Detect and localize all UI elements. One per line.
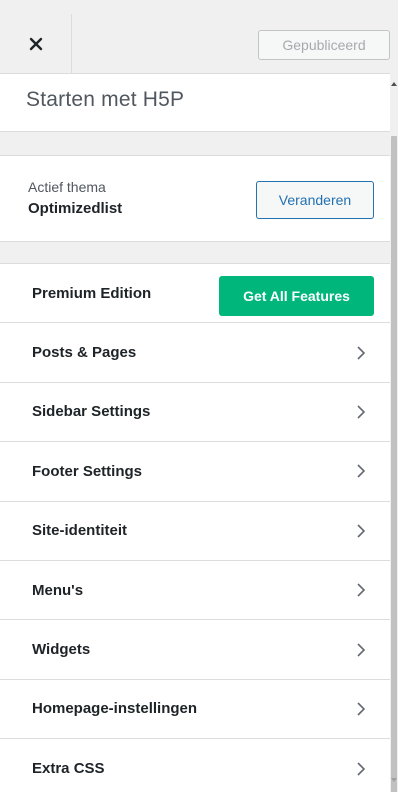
menu-item-label: Footer Settings bbox=[32, 462, 143, 480]
menu-item-menus[interactable]: Menu's bbox=[0, 561, 390, 621]
chevron-right-icon bbox=[357, 464, 366, 478]
chevron-right-icon bbox=[357, 762, 366, 776]
chevron-right-icon bbox=[357, 524, 366, 538]
chevron-right-icon bbox=[357, 642, 366, 657]
menu-item-label: Posts & Pages bbox=[32, 344, 137, 362]
menu-item-label: Widgets bbox=[32, 641, 91, 659]
menu-item-label: Homepage-instellingen bbox=[32, 700, 198, 718]
menu-item-extra-css[interactable]: Extra CSS bbox=[0, 739, 390, 792]
scrollbar-thumb[interactable] bbox=[391, 136, 397, 792]
get-all-features-button[interactable]: Get All Features bbox=[219, 276, 374, 316]
close-button[interactable] bbox=[0, 14, 72, 74]
site-title-section: Starten met H5P bbox=[0, 74, 390, 132]
change-theme-button[interactable]: Veranderen bbox=[256, 181, 374, 219]
panel-scrollbar[interactable] bbox=[390, 74, 398, 792]
chevron-right-icon bbox=[357, 702, 366, 716]
customizer-menu: Premium Edition Get All Features Posts &… bbox=[0, 263, 390, 792]
menu-item-site-identity[interactable]: Site-identiteit bbox=[0, 502, 390, 561]
active-theme-label: Actief thema bbox=[28, 179, 106, 195]
active-theme-name: Optimizedlist bbox=[28, 200, 123, 217]
active-theme-section: Actief thema Optimizedlist Veranderen bbox=[0, 155, 390, 242]
menu-item-homepage-settings[interactable]: Homepage-instellingen bbox=[0, 680, 390, 740]
menu-item-posts-pages[interactable]: Posts & Pages bbox=[0, 323, 390, 383]
scroll-down-arrow-icon[interactable] bbox=[390, 776, 398, 784]
menu-item-footer-settings[interactable]: Footer Settings bbox=[0, 442, 390, 502]
chevron-right-icon bbox=[357, 346, 366, 360]
premium-edition-row: Premium Edition Get All Features bbox=[0, 264, 390, 324]
chevron-right-icon bbox=[357, 405, 366, 419]
menu-item-widgets[interactable]: Widgets bbox=[0, 620, 390, 680]
page-title: Starten met H5P bbox=[26, 88, 185, 111]
close-icon bbox=[29, 37, 42, 51]
publish-button[interactable]: Gepubliceerd bbox=[258, 30, 390, 60]
customizer-panel: Gepubliceerd Starten met H5P Actief them… bbox=[0, 0, 390, 792]
customizer-header: Gepubliceerd bbox=[0, 14, 390, 74]
menu-item-label: Extra CSS bbox=[32, 760, 105, 778]
menu-item-label: Sidebar Settings bbox=[32, 403, 151, 421]
menu-item-label: Site-identiteit bbox=[32, 522, 128, 540]
menu-item-sidebar-settings[interactable]: Sidebar Settings bbox=[0, 383, 390, 443]
premium-edition-label: Premium Edition bbox=[32, 284, 152, 302]
menu-item-label: Menu's bbox=[32, 581, 84, 599]
chevron-right-icon bbox=[357, 583, 366, 597]
scroll-up-arrow-icon[interactable] bbox=[390, 80, 398, 88]
